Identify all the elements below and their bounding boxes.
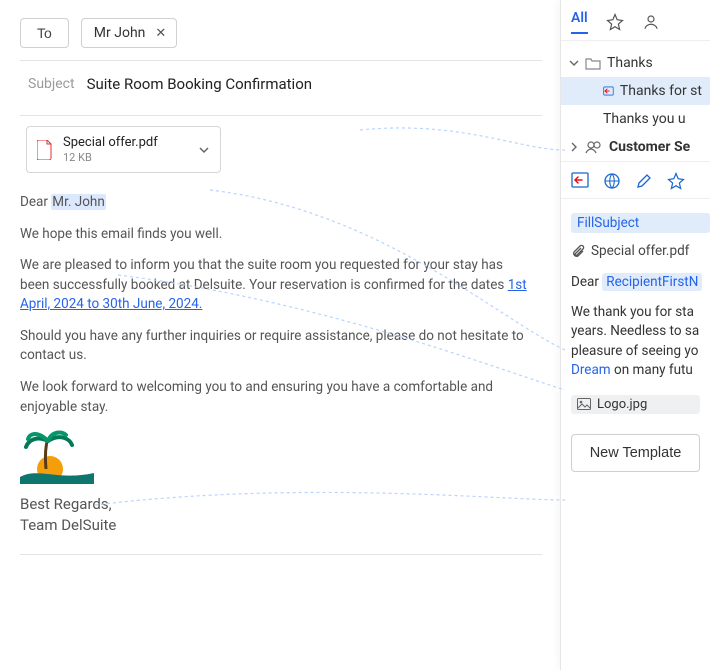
body-p4: We look forward to welcoming you to and …: [20, 378, 532, 417]
template-label: Thanks for st: [620, 83, 702, 99]
fill-subject-token[interactable]: FillSubject: [571, 213, 710, 233]
template-attachment-name: Special offer.pdf: [591, 243, 689, 259]
logo-attachment-chip[interactable]: Logo.jpg: [571, 395, 700, 414]
tab-all[interactable]: All: [571, 10, 588, 34]
template-preview-link[interactable]: Dream: [571, 362, 611, 378]
folder-label: Customer Se: [609, 139, 690, 155]
recipient-firstname-token[interactable]: RecipientFirstN: [602, 273, 702, 291]
reply-template-icon[interactable]: [571, 172, 589, 190]
template-label: Thanks you u: [603, 111, 686, 127]
chevron-down-icon[interactable]: [198, 144, 210, 156]
people-icon: [585, 140, 603, 154]
template-greeting-prefix: Dear: [571, 274, 599, 290]
template-item[interactable]: Thanks you u: [561, 105, 710, 133]
body-p1: We hope this email finds you well.: [20, 225, 532, 245]
folder-label: Thanks: [607, 55, 653, 71]
recipient-name: Mr John: [94, 25, 146, 41]
template-preview-line: years. Needless to sa: [571, 322, 710, 342]
template-preview-line: We thank you for sta: [571, 303, 710, 323]
templates-sidebar: All Thanks Thanks for st Thanks you u Cu…: [560, 0, 710, 670]
folder-thanks[interactable]: Thanks: [561, 49, 710, 77]
greeting-name: Mr. John: [51, 194, 106, 210]
to-button[interactable]: To: [20, 18, 69, 48]
star-icon[interactable]: [667, 172, 685, 190]
divider: [20, 115, 542, 116]
pdf-icon: [37, 140, 53, 160]
chevron-down-icon: [569, 58, 579, 68]
new-template-button[interactable]: New Template: [571, 434, 700, 472]
folder-customer[interactable]: Customer Se: [561, 133, 710, 161]
template-preview-line: on many futu: [611, 362, 693, 378]
image-icon: [577, 398, 591, 410]
logo-chip-label: Logo.jpg: [597, 397, 647, 412]
recipient-chip[interactable]: Mr John ✕: [81, 18, 178, 48]
body-p2a: We are pleased to inform you that the su…: [20, 257, 508, 293]
pencil-icon[interactable]: [635, 172, 653, 190]
template-item-selected[interactable]: Thanks for st: [561, 77, 710, 105]
signature-line1: Best Regards,: [20, 494, 532, 515]
template-attachment[interactable]: Special offer.pdf: [561, 239, 710, 265]
template-preview-line: pleasure of seeing yo: [571, 342, 710, 362]
signature-line2: Team DelSuite: [20, 515, 532, 536]
paperclip-icon: [571, 243, 585, 259]
divider: [20, 554, 542, 555]
remove-recipient-icon[interactable]: ✕: [155, 26, 166, 41]
greeting-prefix: Dear: [20, 194, 48, 210]
attachment-chip[interactable]: Special offer.pdf 12 KB: [26, 126, 221, 173]
globe-icon[interactable]: [603, 172, 621, 190]
email-body[interactable]: Dear Mr. John We hope this email finds y…: [20, 193, 542, 536]
subject-text[interactable]: Suite Room Booking Confirmation: [87, 75, 312, 93]
attachment-name: Special offer.pdf: [63, 135, 188, 150]
logo-image: [18, 429, 96, 484]
person-icon[interactable]: [642, 13, 660, 31]
chevron-right-icon: [569, 142, 579, 152]
star-icon[interactable]: [606, 13, 624, 31]
attachment-size: 12 KB: [63, 151, 188, 164]
folder-icon: [585, 56, 601, 70]
subject-label: Subject: [28, 76, 75, 92]
body-p3: Should you have any further inquiries or…: [20, 327, 532, 366]
reply-template-icon: [603, 84, 614, 98]
